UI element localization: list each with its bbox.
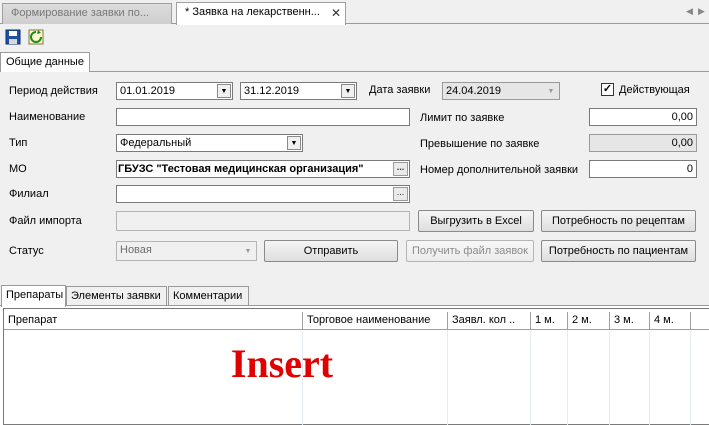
save-icon[interactable] <box>5 29 23 47</box>
tab-request-formation[interactable]: Формирование заявки по... <box>2 3 172 24</box>
export-excel-button[interactable]: Выгрузить в Excel <box>418 210 534 232</box>
need-by-patients-button[interactable]: Потребность по пациентам <box>541 240 696 262</box>
name-field[interactable] <box>116 108 410 126</box>
toolbar <box>0 25 709 49</box>
limit-field[interactable]: 0,00 <box>589 108 697 126</box>
ellipsis-icon[interactable]: ... <box>393 162 408 176</box>
tab-label: Общие данные <box>6 56 84 68</box>
column-header-month-3[interactable]: 3 м. <box>610 312 650 330</box>
tab-request-elements[interactable]: Элементы заявки <box>66 286 167 306</box>
period-label: Период действия <box>9 85 98 97</box>
grid-divider <box>690 330 691 425</box>
limit-label: Лимит по заявке <box>420 112 505 124</box>
branch-label: Филиал <box>9 188 49 200</box>
tab-drug-request[interactable]: * Заявка на лекарственн... ✕ <box>176 2 346 25</box>
chevron-down-icon: ▼ <box>244 247 252 255</box>
column-header-month-1[interactable]: 1 м. <box>531 312 568 330</box>
extra-request-field[interactable]: 0 <box>589 160 697 178</box>
tab-label: * Заявка на лекарственн... <box>185 6 320 18</box>
request-date-field: 24.04.2019 ▼ <box>442 82 560 100</box>
scroll-left-icon[interactable]: ◀ <box>686 6 693 17</box>
column-header-requested-qty[interactable]: Заявл. кол .. <box>448 312 531 330</box>
tab-drugs[interactable]: Препараты <box>1 285 66 307</box>
type-value: Федеральный <box>120 137 192 149</box>
mo-label: МО <box>9 163 27 175</box>
type-label: Тип <box>9 137 28 149</box>
close-icon[interactable]: ✕ <box>331 6 341 20</box>
period-from-value: 01.01.2019 <box>120 85 176 97</box>
period-to-value: 31.12.2019 <box>244 85 300 97</box>
grid-divider <box>530 330 531 425</box>
period-to-field[interactable]: 31.12.2019 ▼ <box>240 82 357 100</box>
refresh-icon[interactable] <box>28 29 46 47</box>
column-header-month-2[interactable]: 2 м. <box>568 312 610 330</box>
active-checkbox[interactable]: ✓ <box>601 83 614 96</box>
chevron-down-icon[interactable]: ▼ <box>341 84 355 98</box>
chevron-down-icon: ▼ <box>547 87 555 95</box>
tab-label: Препараты <box>6 289 64 301</box>
tab-label: Комментарии <box>173 290 243 302</box>
excess-value: 0,00 <box>671 137 693 149</box>
chevron-down-icon[interactable]: ▼ <box>287 136 301 150</box>
column-header-month-4[interactable]: 4 м. <box>650 312 691 330</box>
status-select: Новая ▼ <box>116 241 257 261</box>
column-header-more <box>691 312 709 330</box>
column-header-trade-name[interactable]: Торговое наименование <box>303 312 448 330</box>
excess-field: 0,00 <box>589 134 697 152</box>
extra-request-label: Номер дополнительной заявки <box>420 164 579 176</box>
import-file-label: Файл импорта <box>9 215 82 227</box>
mo-field[interactable]: ГБУЗС "Тестовая медицинская организация"… <box>116 160 410 178</box>
scroll-right-icon[interactable]: ▶ <box>698 6 705 17</box>
extra-request-value: 0 <box>686 163 693 175</box>
tab-label: Формирование заявки по... <box>11 7 149 19</box>
chevron-down-icon[interactable]: ▼ <box>217 84 231 98</box>
name-label: Наименование <box>9 111 86 123</box>
type-select[interactable]: Федеральный ▼ <box>116 134 303 152</box>
limit-value: 0,00 <box>671 111 693 123</box>
request-date-value: 24.04.2019 <box>446 85 502 97</box>
column-header-drug[interactable]: Препарат <box>4 312 303 330</box>
status-value: Новая <box>120 244 152 256</box>
need-by-recipes-button[interactable]: Потребность по рецептам <box>541 210 696 232</box>
grid-divider <box>649 330 650 425</box>
send-button[interactable]: Отправить <box>264 240 398 262</box>
get-request-file-button: Получить файл заявок <box>406 240 534 262</box>
tab-general-data[interactable]: Общие данные <box>0 52 90 72</box>
insert-overlay-text: Insert <box>230 341 334 386</box>
tab-comments[interactable]: Комментарии <box>168 286 249 306</box>
status-label: Статус <box>9 245 44 257</box>
tab-label: Элементы заявки <box>71 290 161 302</box>
excess-label: Превышение по заявке <box>420 138 540 150</box>
branch-field[interactable]: ... <box>116 185 410 203</box>
period-from-field[interactable]: 01.01.2019 ▼ <box>116 82 233 100</box>
grid-divider <box>567 330 568 425</box>
grid-divider <box>447 330 448 425</box>
grid-divider <box>609 330 610 425</box>
active-label: Действующая <box>619 84 690 96</box>
mo-value: ГБУЗС "Тестовая медицинская организация" <box>118 163 364 175</box>
request-date-label: Дата заявки <box>369 84 431 96</box>
import-file-field <box>116 211 410 231</box>
ellipsis-icon[interactable]: ... <box>393 187 408 201</box>
